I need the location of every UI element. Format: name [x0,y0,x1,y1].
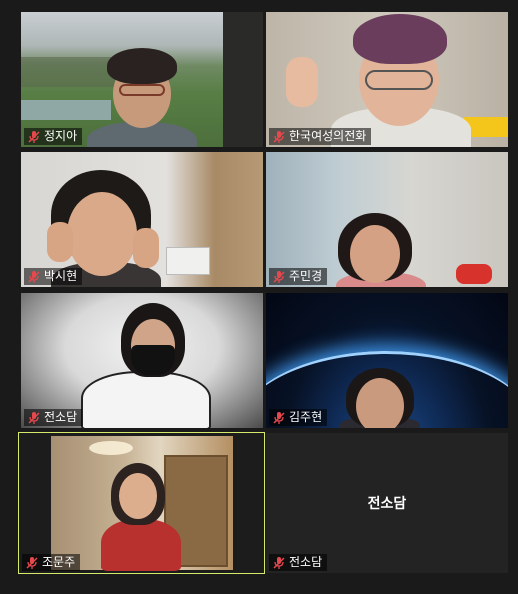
video-tile-3[interactable]: 주민경 [266,152,508,287]
mic-off-icon [272,411,286,425]
participant-nameplate: 박시현 [24,268,83,285]
mic-off-icon [27,130,41,144]
participant-nameplate: 전소담 [269,554,328,571]
mic-off-icon [272,130,286,144]
participant-name: 전소담 [44,410,78,424]
participant-name: 정지아 [44,129,78,143]
video-tile-7[interactable]: 전소담 전소담 [266,433,508,573]
thermostat [166,247,210,275]
toy-figure [456,264,492,284]
video-tile-4[interactable]: 전소담 [21,293,263,428]
mic-off-icon [272,270,286,284]
video-tile-2[interactable]: 박시현 [21,152,263,287]
participant-nameplate: 전소담 [24,409,83,426]
participant-nameplate: 한국여성의전화 [269,128,372,145]
participant-nameplate: 정지아 [24,128,83,145]
participant-center-name: 전소담 [367,496,407,512]
participant-name: 박시현 [44,269,78,283]
window-frame [223,12,263,147]
mic-off-icon [27,270,41,284]
video-tile-1[interactable]: 한국여성의전화 [266,12,508,147]
participant-name: 전소담 [289,555,323,569]
participant-nameplate: 조문주 [22,554,81,571]
video-tile-6[interactable]: 조문주 [18,432,265,574]
mic-off-icon [272,556,286,570]
video-tile-0[interactable]: 정지아 [21,12,263,147]
peace-hand [286,57,318,107]
participant-name: 김주현 [289,410,323,424]
participant-name: 조문주 [42,555,76,569]
video-tile-5[interactable]: 김주현 [266,293,508,428]
participant-nameplate: 김주현 [269,409,328,426]
participant-nameplate: 주민경 [269,268,328,285]
participant-name: 주민경 [289,269,323,283]
ceiling-light [89,441,133,455]
mic-off-icon [25,556,39,570]
mic-off-icon [27,411,41,425]
pond [21,100,111,120]
participant-name: 한국여성의전화 [289,129,367,143]
